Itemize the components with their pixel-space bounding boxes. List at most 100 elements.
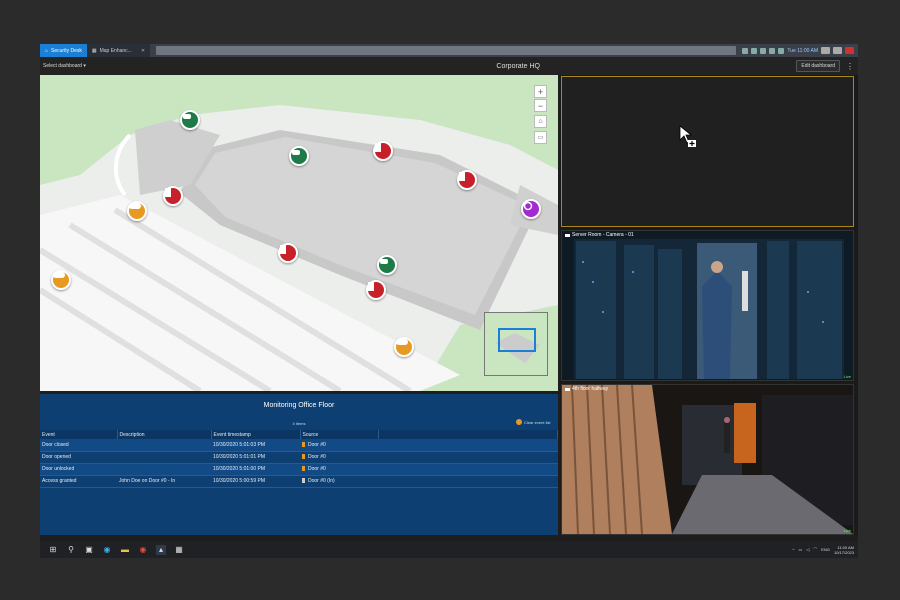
door-icon <box>302 466 305 472</box>
tray-globe-icon[interactable] <box>778 47 785 54</box>
empty-camera-tile[interactable] <box>561 76 854 227</box>
door-marker-icon[interactable] <box>373 141 393 161</box>
camera-icon <box>565 233 570 237</box>
source-label: Door #0 <box>308 466 326 472</box>
minimize-button[interactable] <box>821 47 830 54</box>
column-header-source[interactable]: Source <box>300 430 379 439</box>
security-desk-app-icon[interactable]: ▴ <box>156 544 166 555</box>
minimap-canvas <box>485 313 547 375</box>
column-header-description[interactable]: Description <box>117 430 212 439</box>
zoom-in-button[interactable]: + <box>534 85 547 98</box>
server-room-video <box>562 231 853 380</box>
edge-browser-icon[interactable]: ◉ <box>102 545 112 555</box>
close-window-button[interactable] <box>845 47 854 54</box>
camera-label: 4th floor hallway <box>565 386 608 392</box>
camera-label: Server Room - Camera - 01 <box>565 232 634 238</box>
event-table: Event Description Event timestamp Source… <box>40 430 558 488</box>
drag-cursor-icon <box>679 125 696 147</box>
tray-volume-icon[interactable] <box>769 47 776 54</box>
source-cell: Door #0 (In) <box>300 475 378 488</box>
select-dashboard-dropdown[interactable]: Select dashboard ▾ <box>40 63 240 69</box>
windows-taskbar: ⊞ ⚲ ▣ ◉ ▬ ◉ ▴ ▦ ^ ▭ ◁ ⌒ ENG 11:00 AM 10/… <box>40 541 858 558</box>
more-options-icon[interactable]: ⋮ <box>846 62 854 71</box>
monitor-icon[interactable]: ▭ <box>798 547 802 552</box>
table-row[interactable]: Access granted John Doe on Door #0 - In … <box>40 475 558 488</box>
network-icon[interactable]: ⌒ <box>813 547 817 553</box>
tab-label: Map Enhanc... <box>99 47 132 54</box>
camera-tiles-column: Server Room - Camera - 01 Live 4th floor <box>560 75 858 535</box>
source-label: Door #0 (In) <box>308 478 335 484</box>
home-view-icon[interactable]: ⌂ <box>534 115 547 128</box>
map-overview-minimap[interactable] <box>484 312 548 376</box>
desktop-screen: ⌂ Security Desk ▦ Map Enhanc... ✕ Tue 11… <box>40 44 858 558</box>
source-label: Door #0 <box>308 441 326 448</box>
page-title: Corporate HQ <box>496 62 540 70</box>
tray-time: Tue 11:00 AM <box>787 47 818 54</box>
zoom-out-button[interactable]: − <box>534 99 547 112</box>
tab-security-desk[interactable]: ⌂ Security Desk <box>40 44 87 57</box>
clear-label: Clear event list <box>524 419 551 425</box>
event-cell: Door closed <box>40 439 117 452</box>
tray-network-icon[interactable] <box>751 47 758 54</box>
camera-tile-server-room[interactable]: Server Room - Camera - 01 Live <box>561 230 854 381</box>
map-canvas <box>40 75 558 391</box>
clear-event-list-button[interactable]: Clear event list <box>516 419 550 425</box>
floor-map[interactable]: + − ⌂ ▭ <box>40 75 558 391</box>
layers-icon[interactable]: ▭ <box>534 131 547 144</box>
close-tab-icon[interactable]: ✕ <box>141 48 145 54</box>
monitoring-title: Monitoring Office Floor <box>263 402 335 409</box>
event-cell: Door opened <box>40 451 117 464</box>
table-row[interactable]: Door opened 10/30/2020 5:01:01 PM Door #… <box>40 451 558 464</box>
tab-map-enhanced[interactable]: ▦ Map Enhanc... ✕ <box>86 44 151 57</box>
column-header-timestamp[interactable]: Event timestamp <box>211 430 301 439</box>
task-view-icon[interactable]: ▣ <box>84 545 94 555</box>
live-status: Live <box>843 374 851 379</box>
edit-dashboard-button[interactable]: Edit dashboard <box>796 60 840 72</box>
volume-icon[interactable]: ◁ <box>806 547 809 552</box>
tray-status-icon[interactable] <box>742 47 749 54</box>
camera-icon <box>565 387 570 391</box>
filler-cell <box>378 439 558 452</box>
search-icon[interactable]: ⚲ <box>66 545 76 555</box>
filler-cell <box>378 475 558 488</box>
file-explorer-icon[interactable]: ▬ <box>120 545 130 555</box>
camera-marker-icon[interactable] <box>377 255 397 275</box>
table-row[interactable]: Door closed 10/30/2020 5:01:03 PM Door #… <box>40 439 558 452</box>
filler-cell <box>378 451 558 464</box>
taskbar-clock[interactable]: 11:00 AM 10/17/2023 <box>834 545 854 555</box>
intercom-marker-icon[interactable] <box>127 201 147 221</box>
chevron-up-icon[interactable]: ^ <box>793 547 795 552</box>
language-indicator[interactable]: ENG <box>821 547 830 552</box>
description-cell <box>117 451 211 464</box>
door-marker-icon[interactable] <box>163 186 183 206</box>
description-cell <box>117 463 211 476</box>
column-header-event[interactable]: Event <box>40 430 118 439</box>
camera-name: 4th floor hallway <box>572 386 609 392</box>
timestamp-cell: 10/30/2020 5:01:00 PM <box>211 463 300 476</box>
table-row[interactable]: Door unlocked 10/30/2020 5:01:00 PM Door… <box>40 463 558 476</box>
door-marker-icon[interactable] <box>278 243 298 263</box>
door-marker-icon[interactable] <box>366 280 386 300</box>
camera-marker-icon[interactable] <box>289 146 309 166</box>
description-cell <box>117 439 211 452</box>
maximize-button[interactable] <box>833 47 842 54</box>
event-count: 4 items <box>292 421 306 426</box>
clock-date: 10/17/2023 <box>833 549 854 555</box>
source-label: Door #0 <box>308 454 326 460</box>
tray-notification-icon[interactable] <box>760 47 767 54</box>
filler-cell <box>378 463 558 476</box>
chrome-browser-icon[interactable]: ◉ <box>138 545 148 555</box>
map-icon: ▦ <box>91 47 97 54</box>
config-tool-app-icon[interactable]: ▦ <box>174 545 184 555</box>
camera-tile-hallway[interactable]: 4th floor hallway Live <box>561 384 854 535</box>
alarm-marker-icon[interactable] <box>521 199 541 219</box>
door-marker-icon[interactable] <box>457 170 477 190</box>
intercom-marker-icon[interactable] <box>51 270 71 290</box>
camera-marker-icon[interactable] <box>180 110 200 130</box>
hallway-video <box>562 384 853 535</box>
dashboard-header: Select dashboard ▾ Corporate HQ Edit das… <box>40 57 858 75</box>
windows-start-icon[interactable]: ⊞ <box>48 545 58 555</box>
door-icon <box>302 441 305 447</box>
intercom-marker-icon[interactable] <box>394 337 414 357</box>
system-tray: ^ ▭ ◁ ⌒ ENG 11:00 AM 10/17/2023 <box>793 545 858 555</box>
